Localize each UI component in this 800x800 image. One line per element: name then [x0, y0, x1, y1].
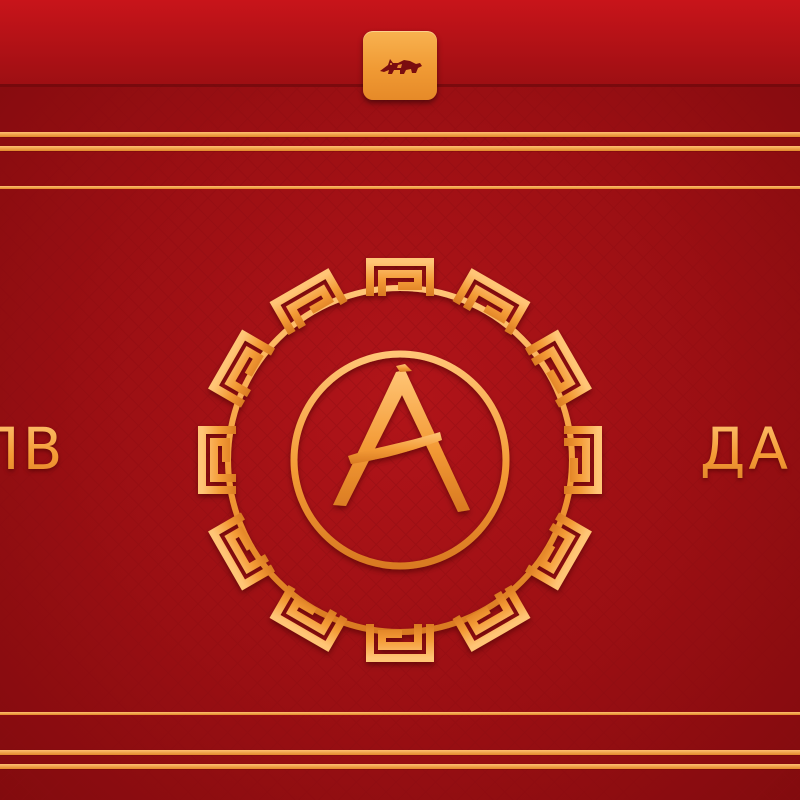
background-ornament — [0, 0, 800, 800]
right-partial-text: ДА — [700, 415, 791, 483]
left-partial-text: ЛВ — [0, 414, 65, 484]
poster-canvas: ЛВ ДА — [0, 0, 800, 800]
fox-icon — [380, 58, 422, 74]
app-icon-tile[interactable] — [363, 31, 437, 100]
